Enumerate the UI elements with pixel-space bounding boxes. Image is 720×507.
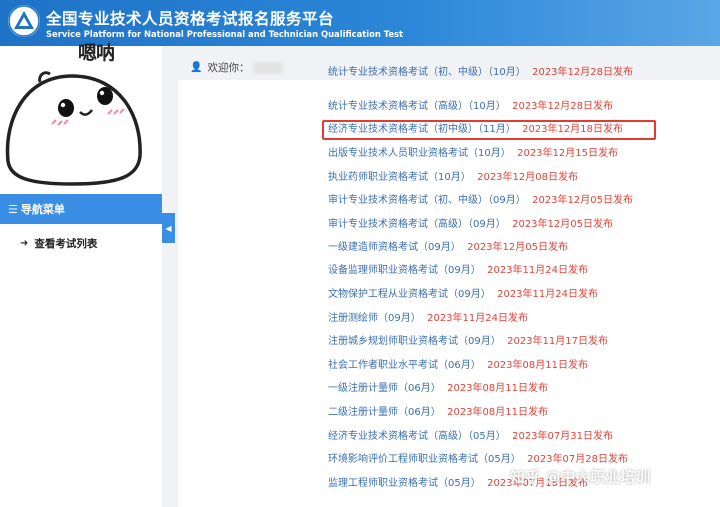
mascot-label: 嗯呐 [78, 42, 115, 64]
welcome-bar: 👤 欢迎你： [190, 60, 284, 75]
exam-row[interactable]: 注册测绘师（09月） 2023年11月24日发布 [328, 311, 528, 327]
exam-name[interactable]: 一级建造师资格考试 [328, 242, 418, 253]
nav-menu-title: 导航菜单 [20, 203, 65, 216]
exam-name[interactable]: 统计专业技术资格考试（初、中级） [328, 67, 488, 78]
exam-row[interactable]: 社会工作者职业水平考试（06月） 2023年08月11日发布 [328, 358, 588, 374]
exam-date: 2023年11月24日发布 [427, 313, 528, 324]
caret-left-icon: ◀ [165, 223, 172, 233]
exam-date: 2023年08月11日发布 [487, 360, 588, 371]
exam-name[interactable]: 审计专业技术资格考试（高级） [328, 219, 468, 230]
exam-date: 2023年12月28日发布 [512, 101, 613, 112]
nav-menu-header: ☰ 导航菜单 [0, 194, 162, 224]
highlight-box [322, 120, 656, 140]
exam-session: （09月） [488, 195, 526, 206]
exam-date: 2023年07月28日发布 [527, 454, 628, 465]
exam-name[interactable]: 环境影响评价工程师职业资格考试 [328, 454, 478, 465]
arrow-right-circle-icon: ➜ [20, 237, 29, 249]
exam-name[interactable]: 执业药师职业资格考试 [328, 172, 428, 183]
exam-name[interactable]: 注册测绘师 [328, 313, 378, 324]
exam-date: 2023年11月17日发布 [507, 336, 608, 347]
exam-row[interactable]: 审计专业技术资格考试（高级）（09月） 2023年12月05日发布 [328, 217, 613, 233]
exam-session: （09月） [418, 242, 461, 253]
exam-name[interactable]: 文物保护工程从业资格考试 [328, 289, 448, 300]
exam-date: 2023年12月05日发布 [512, 219, 613, 230]
exam-date: 2023年08月11日发布 [447, 383, 548, 394]
exam-row[interactable]: 设备监理师职业资格考试（09月） 2023年11月24日发布 [328, 263, 588, 279]
exam-session: （09月） [448, 289, 491, 300]
watermark: 知乎 @中大职业培训 [510, 468, 651, 486]
exam-name[interactable]: 设备监理师职业资格考试 [328, 265, 438, 276]
exam-row[interactable]: 统计专业技术资格考试（高级）（10月） 2023年12月28日发布 [328, 99, 613, 115]
exam-session: （06月） [438, 360, 481, 371]
exam-date: 2023年12月05日发布 [532, 195, 633, 206]
exam-row[interactable]: 一级建造师资格考试（09月） 2023年12月05日发布 [328, 240, 568, 256]
exam-session: （09月） [378, 313, 421, 324]
exam-name[interactable]: 出版专业技术人员职业资格考试 [328, 148, 468, 159]
exam-session: （09月） [438, 265, 481, 276]
exam-session: （05月） [478, 454, 521, 465]
exam-name[interactable]: 监理工程师职业资格考试 [328, 478, 438, 489]
exam-session: （06月） [398, 407, 441, 418]
exam-row[interactable]: 执业药师职业资格考试（10月） 2023年12月08日发布 [328, 170, 578, 186]
exam-date: 2023年11月24日发布 [487, 265, 588, 276]
exam-session: （09月） [468, 219, 506, 230]
welcome-label: 欢迎你： [207, 62, 250, 74]
exam-name[interactable]: 注册城乡规划师职业资格考试 [328, 336, 458, 347]
exam-name[interactable]: 审计专业技术资格考试（初、中级） [328, 195, 488, 206]
exam-session: （10月） [468, 148, 511, 159]
exam-date: 2023年12月05日发布 [467, 242, 568, 253]
exam-row[interactable]: 统计专业技术资格考试（初、中级）（10月） 2023年12月28日发布 [328, 65, 633, 81]
exam-session: （10月） [468, 101, 506, 112]
username-blurred [253, 61, 284, 74]
sidebar: 嗯呐 ☰ 导航菜单 ➜ 查看考试列表 [0, 42, 162, 507]
site-title: 全国专业技术人员资格考试报名服务平台 [46, 10, 335, 28]
exam-name[interactable]: 统计专业技术资格考试（高级） [328, 101, 468, 112]
exam-row[interactable]: 注册城乡规划师职业资格考试（09月） 2023年11月17日发布 [328, 334, 608, 350]
exam-session: （06月） [398, 383, 441, 394]
exam-date: 2023年07月31日发布 [512, 431, 613, 442]
exam-date: 2023年12月15日发布 [517, 148, 618, 159]
sidebar-collapse-toggle[interactable]: ◀ [162, 213, 175, 243]
sidebar-item-exam-list[interactable]: ➜ 查看考试列表 [0, 232, 162, 254]
exam-session: （05月） [468, 431, 506, 442]
triangle-emblem-icon [8, 5, 40, 37]
exam-row[interactable]: 文物保护工程从业资格考试（09月） 2023年11月24日发布 [328, 287, 598, 303]
sidebar-item-label: 查看考试列表 [34, 237, 98, 250]
exam-date: 2023年11月24日发布 [497, 289, 598, 300]
exam-session: （10月） [488, 67, 526, 78]
user-icon: 👤 [190, 62, 203, 73]
mascot-sticker [5, 71, 142, 186]
exam-session: （05月） [438, 478, 481, 489]
exam-row[interactable]: 经济专业技术资格考试（高级）（05月） 2023年07月31日发布 [328, 429, 613, 445]
exam-row[interactable]: 一级注册计量师（06月） 2023年08月11日发布 [328, 381, 548, 397]
exam-date: 2023年08月11日发布 [447, 407, 548, 418]
exam-date: 2023年12月28日发布 [532, 67, 633, 78]
exam-session: （09月） [458, 336, 501, 347]
exam-date: 2023年12月08日发布 [477, 172, 578, 183]
exam-session: （10月） [428, 172, 471, 183]
exam-name[interactable]: 一级注册计量师 [328, 383, 398, 394]
exam-name[interactable]: 经济专业技术资格考试（高级） [328, 431, 468, 442]
list-icon: ☰ [8, 202, 18, 216]
exam-row[interactable]: 审计专业技术资格考试（初、中级）（09月） 2023年12月05日发布 [328, 193, 633, 209]
exam-row[interactable]: 出版专业技术人员职业资格考试（10月） 2023年12月15日发布 [328, 146, 618, 162]
exam-name[interactable]: 社会工作者职业水平考试 [328, 360, 438, 371]
exam-name[interactable]: 二级注册计量师 [328, 407, 398, 418]
exam-row[interactable]: 二级注册计量师（06月） 2023年08月11日发布 [328, 405, 548, 421]
